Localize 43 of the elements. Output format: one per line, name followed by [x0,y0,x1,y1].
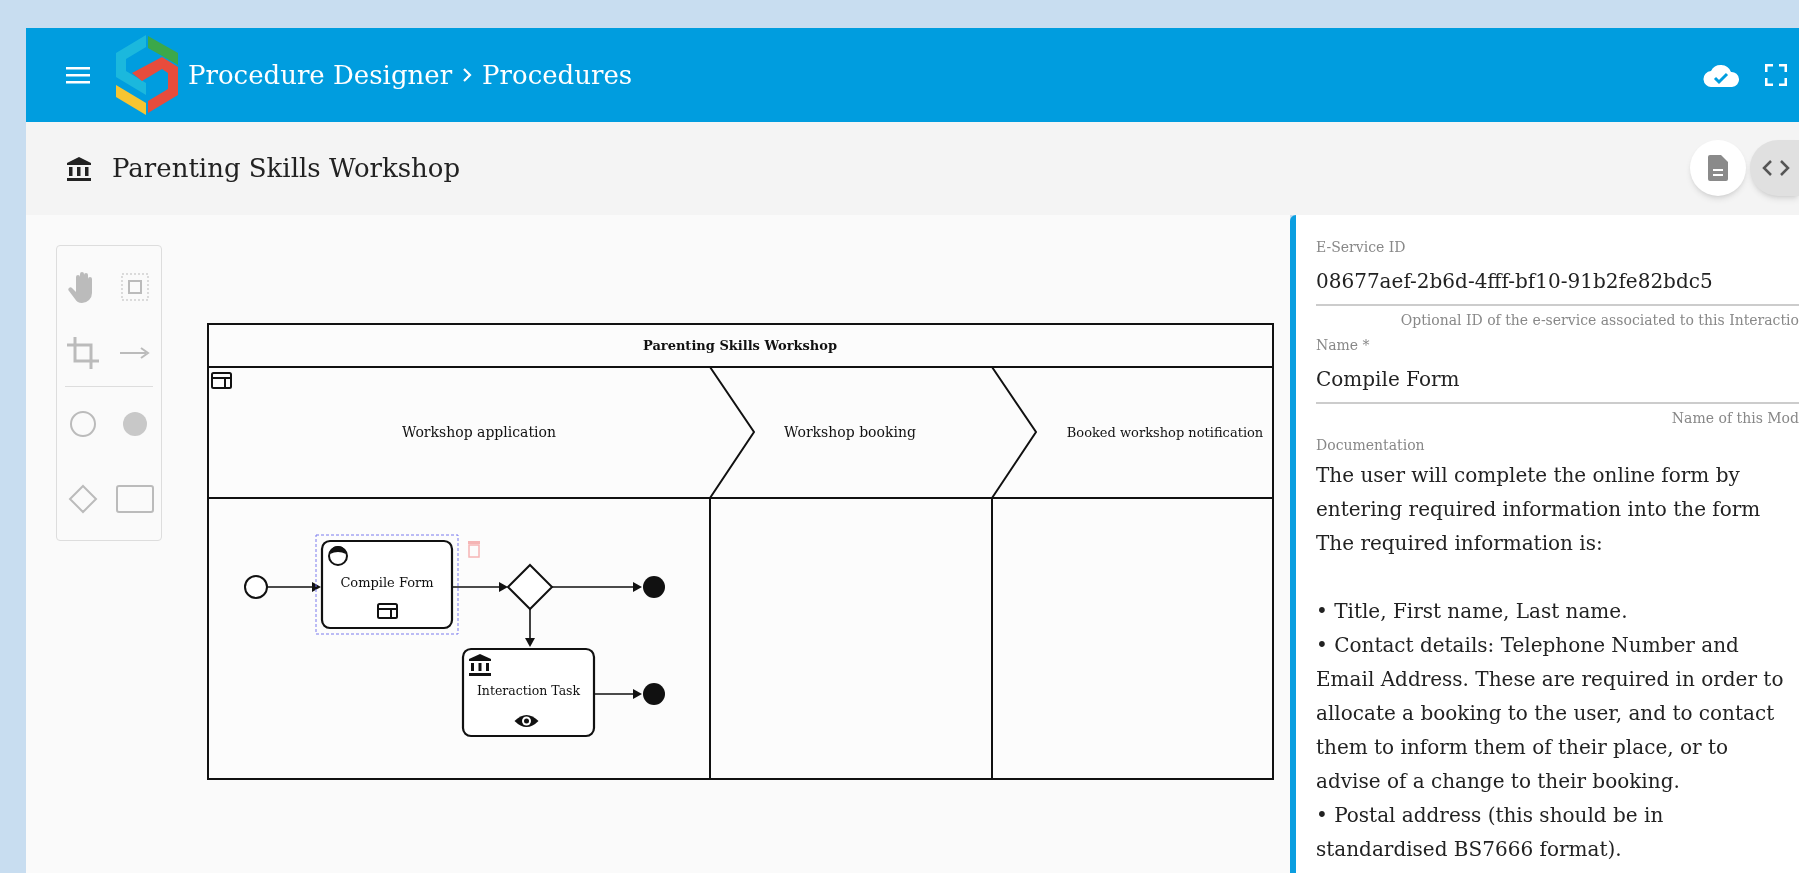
field-label: Name * [1316,336,1371,355]
procedure-title: Parenting Skills Workshop [112,152,461,185]
end-event [643,576,665,598]
start-event-tool-icon[interactable] [69,410,97,438]
form-icon [377,603,398,619]
flow-arrow [593,689,642,699]
gateway [506,563,554,611]
bank-icon [66,155,92,182]
flow-arrow [451,582,508,592]
end-event-tool-icon[interactable] [122,411,148,437]
menu-icon[interactable] [66,66,90,84]
task-label: Interaction Task [476,683,581,698]
phase-label: Workshop application [401,424,557,440]
lasso-tool-icon[interactable] [121,273,149,301]
crop-tool-icon[interactable] [67,337,99,369]
gateway-tool-icon[interactable] [68,484,98,514]
chevron-icon [462,67,473,83]
field-label: E-Service ID [1316,238,1407,257]
connect-tool-icon[interactable] [120,347,150,359]
text-field[interactable]: Compile Form [1316,356,1799,404]
fullscreen-icon[interactable] [1765,64,1787,86]
document-icon [1708,155,1728,181]
phase-label: Workshop booking [784,424,916,440]
form-icon [211,372,232,389]
document-button[interactable] [1690,140,1746,196]
bank-icon [469,654,491,676]
pool-title: Parenting Skills Workshop [642,338,838,353]
eye-icon [514,715,539,727]
field-hint: Name of this Mod [1671,409,1799,428]
delete-icon[interactable] [468,541,480,558]
field-hint: Optional ID of the e-service associated to this Interactio [1400,311,1799,330]
flow-arrow [525,608,535,647]
flow-arrow [266,582,321,592]
task-tool-icon[interactable] [116,485,154,513]
end-event [643,683,665,705]
text-field[interactable]: 08677aef-2b6d-4fff-bf10-91b2fe82bdc5 [1316,258,1799,306]
phase-label: Booked workshop notification [1066,425,1264,440]
code-button[interactable] [1750,140,1799,196]
cloud-check-icon[interactable] [1703,63,1739,87]
code-icon [1762,159,1790,177]
field-label: Documentation [1316,436,1426,455]
documentation-text[interactable]: The user will complete the online form by entering required information into the form The required information is: • Title, First name, Last name. • Contact details: Telephone Number and Email Address. These are required in order to allocate a booking to the user, and to contact them to inform them of their place, or to advise of a change to their booking. • Postal address (this should be in standardised BS7666 format). [1316,458,1799,866]
task-label: Compile Form [340,575,434,590]
